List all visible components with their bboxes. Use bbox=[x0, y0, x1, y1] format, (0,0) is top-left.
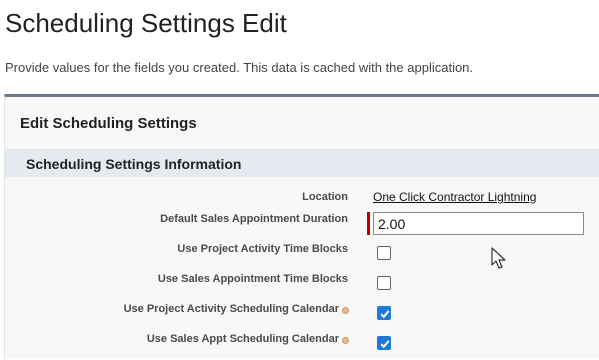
project-time-blocks-label: Use Project Activity Time Blocks bbox=[177, 243, 348, 255]
location-link[interactable]: One Click Contractor Lightning bbox=[373, 190, 536, 204]
help-icon[interactable] bbox=[342, 337, 349, 344]
section-title: Scheduling Settings Information bbox=[26, 156, 242, 172]
mouse-pointer-icon bbox=[491, 247, 507, 276]
sales-time-blocks-checkbox[interactable] bbox=[377, 276, 391, 290]
panel-header: Edit Scheduling Settings bbox=[5, 97, 599, 150]
location-label: Location bbox=[302, 191, 348, 203]
page-title: Scheduling Settings Edit bbox=[5, 8, 287, 38]
section-header: Scheduling Settings Information bbox=[5, 150, 599, 177]
sales-calendar-label: Use Sales Appt Scheduling Calendar bbox=[146, 333, 339, 345]
project-calendar-checkbox[interactable] bbox=[377, 306, 391, 320]
project-calendar-label: Use Project Activity Scheduling Calendar bbox=[123, 303, 339, 315]
panel-title: Edit Scheduling Settings bbox=[20, 115, 197, 132]
page-description: Provide values for the fields you create… bbox=[5, 60, 474, 75]
help-icon[interactable] bbox=[342, 307, 349, 314]
default-duration-label: Default Sales Appointment Duration bbox=[160, 213, 348, 225]
sales-time-blocks-label: Use Sales Appointment Time Blocks bbox=[157, 273, 348, 285]
default-duration-input[interactable] bbox=[373, 212, 584, 235]
sales-calendar-checkbox[interactable] bbox=[377, 336, 391, 350]
required-indicator bbox=[367, 212, 370, 235]
edit-panel: Edit Scheduling Settings Scheduling Sett… bbox=[4, 94, 599, 359]
project-time-blocks-checkbox[interactable] bbox=[377, 246, 391, 260]
